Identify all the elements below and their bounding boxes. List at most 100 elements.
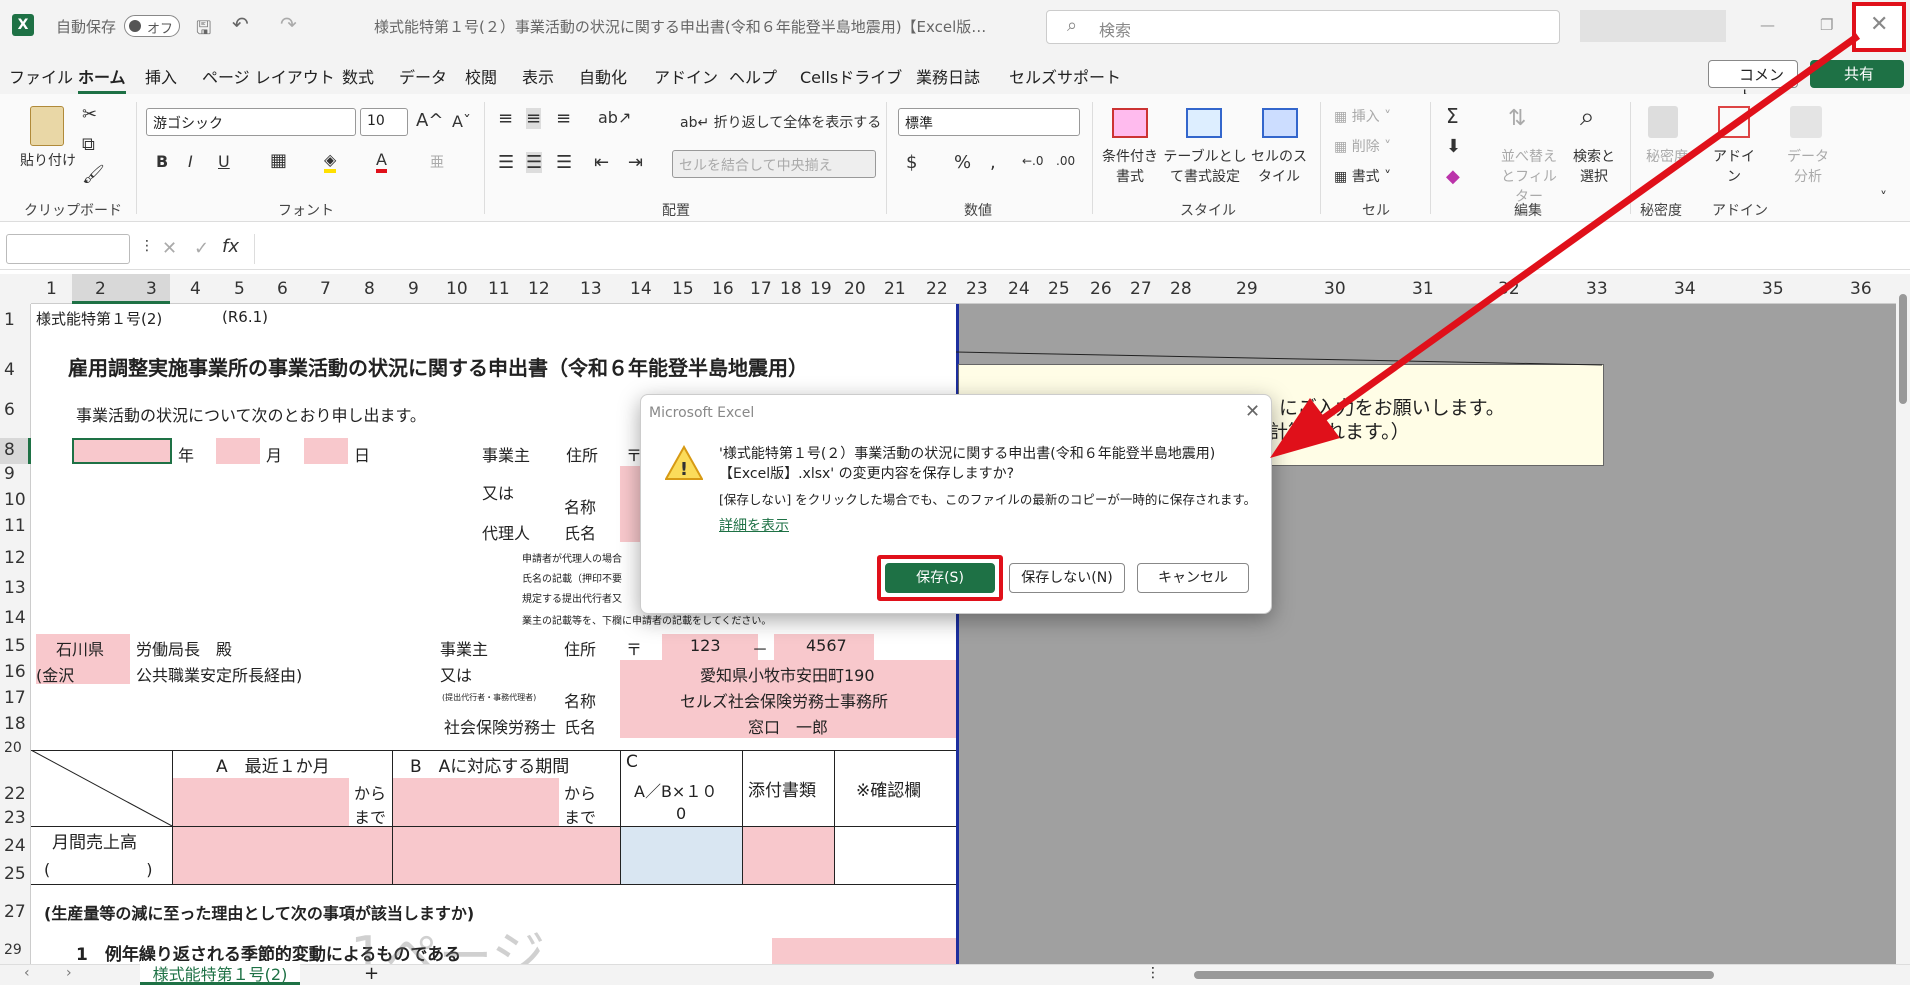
show-details-link[interactable]: 詳細を表示: [719, 515, 789, 535]
copy-icon[interactable]: ⧉: [82, 134, 95, 155]
col-header-16[interactable]: 16: [712, 279, 734, 299]
underline-icon[interactable]: U: [218, 152, 230, 171]
sales-a-input[interactable]: [173, 827, 392, 884]
orientation-icon[interactable]: ab↗: [598, 108, 631, 127]
dont-save-button[interactable]: 保存しない(N): [1009, 563, 1125, 593]
col-header-10[interactable]: 10: [446, 279, 468, 299]
currency-icon[interactable]: $: [906, 152, 917, 173]
row-header-11[interactable]: 11: [4, 516, 26, 536]
prefecture[interactable]: 石川県: [56, 636, 104, 660]
col-header-14[interactable]: 14: [630, 279, 652, 299]
row-header-12[interactable]: 12: [4, 548, 26, 568]
menu-help[interactable]: ヘルプ: [729, 64, 777, 88]
address-value[interactable]: 愛知県小牧市安田町190: [700, 662, 875, 686]
scroll-left-icon[interactable]: ‹: [24, 965, 30, 981]
cancel-entry-icon[interactable]: ✕: [162, 238, 177, 259]
row-header-24[interactable]: 24: [4, 836, 26, 856]
shrink-font-icon[interactable]: Aˇ: [452, 112, 471, 131]
col-header-18[interactable]: 18: [780, 279, 802, 299]
cut-icon[interactable]: ✂: [82, 104, 97, 125]
company-value[interactable]: セルズ社会保険労務士事務所: [680, 688, 888, 712]
row-header-23[interactable]: 23: [4, 808, 26, 828]
ratio-c-cell[interactable]: [621, 827, 742, 884]
align-left-icon[interactable]: ☰: [498, 152, 514, 173]
col-header-27[interactable]: 27: [1130, 279, 1152, 299]
vertical-scrollbar[interactable]: [1896, 274, 1910, 964]
paste-icon[interactable]: [30, 106, 64, 146]
col-header-19[interactable]: 19: [810, 279, 832, 299]
indent-decrease-icon[interactable]: ⇤: [594, 152, 609, 173]
row-header-14[interactable]: 14: [4, 608, 26, 628]
row-header-8[interactable]: 8: [4, 440, 15, 460]
wrap-text-button[interactable]: ab↵ 折り返して全体を表示する: [680, 112, 881, 132]
row-header-4[interactable]: 4: [4, 360, 15, 380]
conditional-format-icon[interactable]: [1112, 108, 1148, 138]
align-right-icon[interactable]: ☰: [556, 152, 572, 173]
italic-icon[interactable]: I: [188, 152, 193, 171]
increase-decimal-icon[interactable]: ←.0: [1022, 154, 1044, 168]
collapse-ribbon-icon[interactable]: ˅: [1880, 190, 1887, 206]
row-header-22[interactable]: 22: [4, 784, 26, 804]
col-header-24[interactable]: 24: [1008, 279, 1030, 299]
align-top-icon[interactable]: ≡: [498, 108, 513, 129]
menu-work-diary[interactable]: 業務日誌: [916, 64, 980, 88]
format-painter-icon[interactable]: 🖌: [82, 164, 105, 185]
scroll-right-icon[interactable]: ›: [66, 965, 72, 981]
row-header-18[interactable]: 18: [4, 714, 26, 734]
col-header-4[interactable]: 4: [190, 279, 201, 299]
col-header-8[interactable]: 8: [364, 279, 375, 299]
horizontal-scrollbar[interactable]: [1174, 969, 1882, 981]
col-header-28[interactable]: 28: [1170, 279, 1192, 299]
save-icon[interactable]: 🖫: [196, 16, 211, 46]
col-header-3[interactable]: 3: [146, 279, 157, 299]
bold-icon[interactable]: B: [156, 152, 168, 171]
formula-menu-icon[interactable]: ⋮: [140, 238, 154, 254]
col-header-21[interactable]: 21: [884, 279, 906, 299]
insert-function-icon[interactable]: fx: [222, 236, 239, 257]
row-header-1[interactable]: 1: [4, 310, 15, 330]
col-header-12[interactable]: 12: [528, 279, 550, 299]
col-header-6[interactable]: 6: [277, 279, 288, 299]
align-bottom-icon[interactable]: ≡: [556, 108, 571, 129]
row-header-29[interactable]: 29: [4, 942, 22, 958]
decrease-decimal-icon[interactable]: .00: [1056, 154, 1075, 168]
menu-cells-support[interactable]: セルズサポート: [1009, 64, 1121, 88]
tab-menu-icon[interactable]: ⋮: [1146, 965, 1160, 981]
menu-formulas[interactable]: 数式: [342, 64, 374, 88]
autosave-toggle[interactable]: オフ: [124, 15, 180, 37]
period-b-input[interactable]: [393, 778, 559, 826]
col-header-1[interactable]: 1: [46, 279, 57, 299]
cancel-button[interactable]: キャンセル: [1137, 563, 1249, 593]
sales-b-input[interactable]: [393, 827, 620, 884]
menu-home[interactable]: ホーム: [78, 64, 126, 94]
col-header-11[interactable]: 11: [488, 279, 510, 299]
conditional-format-label[interactable]: 条件付き書式: [1098, 146, 1162, 186]
menu-review[interactable]: 校閲: [465, 64, 497, 88]
month-input[interactable]: [216, 438, 260, 464]
fill-color-icon[interactable]: ◈: [324, 150, 337, 173]
row-header-25[interactable]: 25: [4, 864, 26, 884]
menu-view[interactable]: 表示: [522, 64, 554, 88]
align-center-icon[interactable]: ☰: [526, 152, 543, 173]
menu-insert[interactable]: 挿入: [145, 64, 177, 88]
row-header-17[interactable]: 17: [4, 688, 26, 708]
year-input[interactable]: [72, 438, 172, 464]
col-header-25[interactable]: 25: [1048, 279, 1070, 299]
col-header-20[interactable]: 20: [844, 279, 866, 299]
col-header-23[interactable]: 23: [966, 279, 988, 299]
rep-value[interactable]: 窓口 一郎: [748, 714, 828, 738]
indent-increase-icon[interactable]: ⇥: [628, 152, 643, 173]
number-format-select[interactable]: 標準: [898, 108, 1080, 136]
merge-center-button[interactable]: セルを結合して中央揃え: [672, 150, 876, 178]
row-header-16[interactable]: 16: [4, 662, 26, 682]
row-header-27[interactable]: 27: [4, 902, 26, 922]
font-name-select[interactable]: 游ゴシック: [146, 108, 356, 136]
col-header-7[interactable]: 7: [320, 279, 331, 299]
sheet-tab-active[interactable]: 様式能特第１号(2): [140, 961, 300, 985]
add-sheet-button[interactable]: +: [364, 963, 379, 984]
row-header-13[interactable]: 13: [4, 578, 26, 598]
paste-label[interactable]: 貼り付け: [20, 150, 76, 170]
kanazawa[interactable]: (金沢: [36, 662, 74, 686]
redo-icon[interactable]: ↷: [280, 12, 297, 36]
confirm-entry-icon[interactable]: ✓: [194, 238, 209, 259]
